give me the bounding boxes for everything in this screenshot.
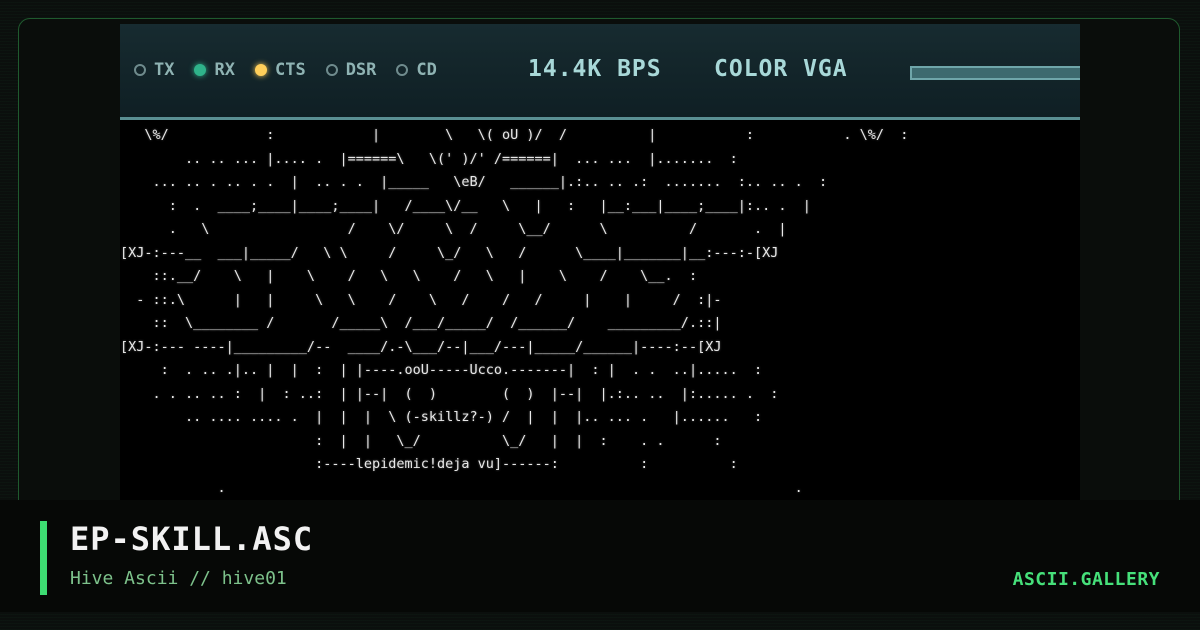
indicator-tx: TX: [134, 60, 174, 80]
indicator-dsr: DSR: [325, 60, 377, 80]
indicator-label: CD: [416, 60, 437, 80]
indicator-label: RX: [214, 60, 235, 80]
terminal-screen: TX RX CTS DSR CD 14.4K BPS COLOR VGA \%/…: [120, 24, 1080, 500]
display-mode: COLOR VGA: [714, 56, 848, 82]
rx-led-icon: [194, 64, 207, 76]
cd-led-icon: [396, 64, 409, 76]
tx-led-icon: [134, 64, 146, 76]
progress-fill: [912, 68, 1080, 78]
indicator-cts: CTS: [254, 60, 306, 80]
indicator-label: TX: [154, 60, 175, 80]
dsr-led-icon: [325, 64, 338, 76]
footer: EP-SKILL.ASC Hive Ascii // hive01 ASCII.…: [0, 500, 1200, 612]
indicator-rx: RX: [194, 60, 235, 80]
indicator-label: CTS: [274, 60, 306, 80]
baud-rate: 14.4K BPS: [528, 56, 662, 82]
ascii-artwork: \%/ : | \ \( oU )/ / | : . \%/ : .. .. .…: [120, 127, 909, 496]
artwork-title: EP-SKILL.ASC: [70, 520, 314, 558]
modem-indicator-group: TX RX CTS DSR CD: [134, 60, 437, 80]
indicator-label: DSR: [345, 60, 377, 80]
artwork-subtitle: Hive Ascii // hive01: [70, 568, 287, 589]
accent-bar: [40, 521, 47, 595]
transfer-progress-bar: [910, 66, 1080, 80]
site-brand-link[interactable]: ASCII.GALLERY: [1013, 569, 1160, 590]
indicator-cd: CD: [396, 60, 437, 80]
cts-led-icon: [254, 64, 267, 76]
modem-status-bar: TX RX CTS DSR CD 14.4K BPS COLOR VGA: [120, 24, 1080, 120]
